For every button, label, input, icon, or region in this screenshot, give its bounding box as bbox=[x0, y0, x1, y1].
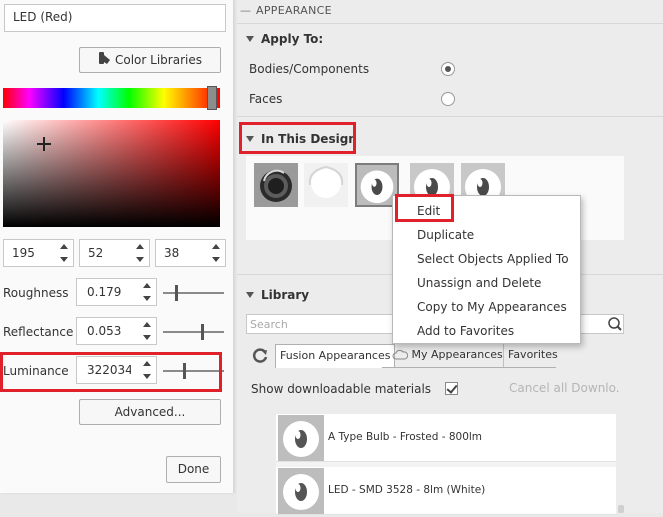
menu-item-add-to-favorites[interactable]: Add to Favorites bbox=[417, 324, 514, 338]
refresh-icon[interactable] bbox=[250, 345, 270, 365]
color-libraries-label: Color Libraries bbox=[115, 53, 202, 67]
tab-fusion-appearances[interactable]: Fusion Appearances bbox=[275, 344, 396, 368]
search-placeholder: Search bbox=[250, 318, 288, 331]
menu-item-select-objects[interactable]: Select Objects Applied To bbox=[417, 252, 569, 266]
color-picker-crosshair[interactable] bbox=[37, 137, 51, 151]
library-heading: Library bbox=[261, 288, 310, 302]
reflectance-label: Reflectance bbox=[3, 325, 74, 339]
roughness-value[interactable]: 0.179 bbox=[87, 285, 131, 299]
list-item[interactable]: LED - SMD 3528 - 8lm (White) bbox=[276, 467, 616, 515]
roughness-slider-thumb[interactable] bbox=[174, 285, 178, 301]
luminance-value[interactable]: 322034 bbox=[87, 363, 131, 377]
cloud-icon bbox=[392, 349, 409, 360]
roughness-spinner[interactable] bbox=[140, 281, 154, 303]
context-menu: Edit Duplicate Select Objects Applied To… bbox=[392, 195, 581, 344]
done-button[interactable]: Done bbox=[166, 456, 221, 483]
menu-item-copy-to-my-appearances[interactable]: Copy to My Appearances bbox=[417, 300, 567, 314]
luminance-field[interactable]: 322034 bbox=[76, 356, 157, 384]
list-item[interactable]: A Type Bulb - Frosted - 800lm bbox=[276, 414, 616, 462]
divider bbox=[237, 23, 663, 24]
blue-spinner[interactable] bbox=[209, 242, 223, 264]
appearance-panel-title: APPEARANCE bbox=[256, 4, 332, 17]
roughness-label: Roughness bbox=[3, 286, 69, 300]
in-this-design-section-header[interactable]: In This Design bbox=[246, 132, 357, 146]
apply-to-section-header[interactable]: Apply To: bbox=[246, 32, 323, 46]
library-section-header[interactable]: Library bbox=[246, 288, 309, 302]
reflectance-spinner[interactable] bbox=[140, 320, 154, 342]
cancel-downloads-button[interactable]: Cancel all Downlo... bbox=[509, 381, 619, 395]
tabs-underline bbox=[382, 367, 556, 368]
luminance-label: Luminance bbox=[3, 364, 69, 378]
faces-radio[interactable] bbox=[441, 92, 455, 106]
library-list: A Type Bulb - Frosted - 800lm LED - SMD … bbox=[276, 414, 616, 515]
expand-arrow-icon bbox=[246, 135, 254, 142]
luminance-spinner[interactable] bbox=[140, 359, 154, 381]
appearance-name-field[interactable]: LED (Red) bbox=[4, 4, 226, 32]
scrollbar[interactable] bbox=[618, 505, 624, 513]
bodies-components-label: Bodies/Components bbox=[249, 62, 370, 76]
color-libraries-button[interactable]: Color Libraries bbox=[79, 47, 221, 73]
reflectance-slider[interactable] bbox=[163, 331, 224, 333]
library-item-name: A Type Bulb - Frosted - 800lm bbox=[328, 431, 483, 443]
tab-favorites[interactable]: Favorites bbox=[503, 344, 558, 368]
advanced-button[interactable]: Advanced... bbox=[79, 399, 221, 425]
red-channel-value[interactable]: 195 bbox=[12, 246, 35, 260]
green-spinner[interactable] bbox=[133, 242, 147, 264]
luminance-slider[interactable] bbox=[163, 370, 224, 372]
appearance-panel-header[interactable]: — APPEARANCE bbox=[240, 4, 332, 17]
saturation-value-picker[interactable] bbox=[3, 120, 220, 227]
show-downloadable-label: Show downloadable materials bbox=[251, 382, 432, 396]
roughness-field[interactable]: 0.179 bbox=[76, 278, 157, 306]
my-appearances-label: My Appearances bbox=[411, 348, 503, 361]
blue-channel-value[interactable]: 38 bbox=[164, 246, 179, 260]
reflectance-field[interactable]: 0.053 bbox=[76, 317, 157, 345]
appearance-thumbnail[interactable] bbox=[304, 163, 348, 207]
apply-to-heading: Apply To: bbox=[261, 32, 324, 46]
luminance-slider-thumb[interactable] bbox=[183, 363, 187, 379]
search-icon[interactable] bbox=[606, 314, 624, 334]
led-material-icon bbox=[360, 170, 394, 204]
faces-label: Faces bbox=[249, 92, 283, 106]
color-palette-icon bbox=[98, 49, 112, 73]
library-item-name: LED - SMD 3528 - 8lm (White) bbox=[328, 484, 486, 496]
reflectance-value[interactable]: 0.053 bbox=[87, 324, 131, 338]
reflectance-slider-thumb[interactable] bbox=[200, 324, 204, 340]
expand-arrow-icon bbox=[246, 35, 254, 42]
divider bbox=[237, 116, 663, 117]
tab-my-appearances[interactable]: My Appearances bbox=[392, 344, 503, 368]
hue-spectrum-slider[interactable] bbox=[3, 88, 220, 108]
ring-material-icon bbox=[254, 163, 298, 207]
collapse-icon[interactable]: — bbox=[240, 4, 251, 17]
in-this-design-heading: In This Design bbox=[261, 132, 357, 146]
expand-arrow-icon bbox=[246, 291, 254, 298]
appearance-thumbnail[interactable] bbox=[254, 163, 298, 207]
bulb-material-icon bbox=[278, 415, 324, 461]
red-channel-field[interactable]: 195 bbox=[3, 239, 74, 267]
appearance-editor-panel: LED (Red) Color Libraries 195 52 38 Roug… bbox=[0, 0, 234, 493]
blue-channel-field[interactable]: 38 bbox=[155, 239, 226, 267]
menu-item-duplicate[interactable]: Duplicate bbox=[417, 228, 474, 242]
led-material-icon bbox=[278, 468, 324, 514]
show-downloadable-checkbox[interactable] bbox=[445, 382, 458, 395]
red-spinner[interactable] bbox=[57, 242, 71, 264]
green-channel-value[interactable]: 52 bbox=[88, 246, 103, 260]
green-channel-field[interactable]: 52 bbox=[79, 239, 150, 267]
led-material-icon bbox=[304, 163, 348, 207]
roughness-slider[interactable] bbox=[163, 292, 224, 294]
bodies-components-radio[interactable] bbox=[441, 62, 455, 76]
hue-slider-handle[interactable] bbox=[207, 86, 217, 110]
menu-item-edit[interactable]: Edit bbox=[417, 204, 440, 218]
menu-item-unassign-delete[interactable]: Unassign and Delete bbox=[417, 276, 541, 290]
